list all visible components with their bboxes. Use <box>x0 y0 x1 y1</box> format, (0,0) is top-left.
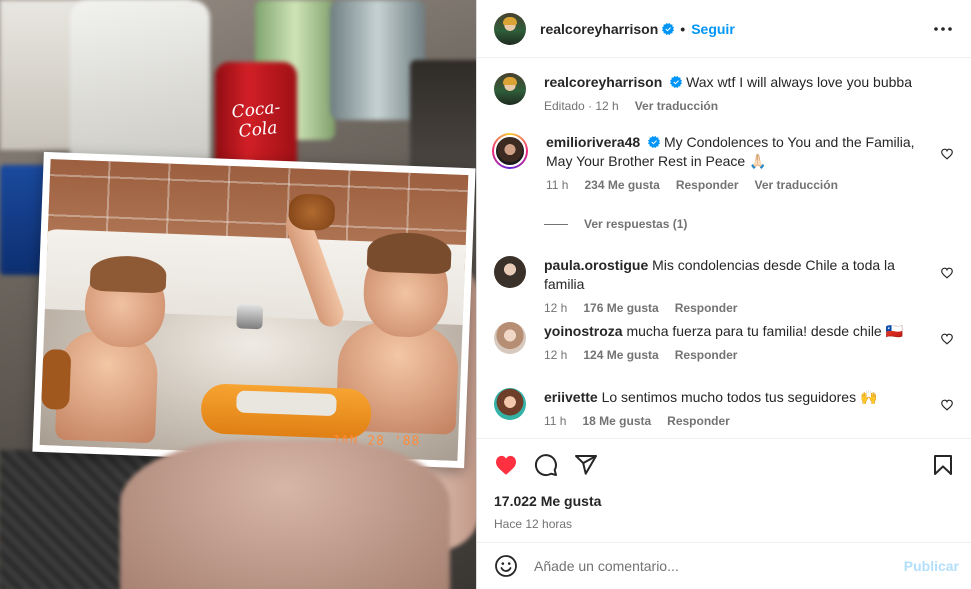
post-header: realcoreyharrison • Seguir <box>477 0 971 58</box>
commenter-avatar[interactable] <box>494 256 526 288</box>
post-side-panel: realcoreyharrison • Seguir realcoreyharr… <box>476 0 971 589</box>
like-comment-heart-icon[interactable] <box>940 332 954 346</box>
commenter-username[interactable]: emiliorivera48 <box>546 134 640 150</box>
more-options-icon[interactable] <box>931 17 955 41</box>
author-avatar[interactable] <box>494 12 526 45</box>
separator-dot: • <box>680 20 686 37</box>
verified-badge-icon <box>670 76 683 88</box>
commenter-username[interactable]: yoinostroza <box>544 323 623 339</box>
comment-time: 11 h <box>544 414 567 428</box>
faucet <box>236 304 264 330</box>
publish-button[interactable]: Publicar <box>904 558 959 574</box>
instagram-post-view: Coca-Cola JAN 28 '88 realcoreyharrison •… <box>0 0 971 589</box>
comment-text: Wax wtf I will always love you bubba <box>686 74 912 90</box>
child-left-body <box>54 329 160 444</box>
soda-can-logo: Coca-Cola <box>230 97 282 142</box>
commenter-username[interactable]: eriivette <box>544 389 598 405</box>
held-photograph: JAN 28 '88 <box>32 151 476 469</box>
translate-link[interactable]: Ver traducción <box>635 99 718 113</box>
comment-likes[interactable]: 124 Me gusta <box>583 348 658 362</box>
commenter-avatar <box>494 135 526 167</box>
like-comment-heart-icon[interactable] <box>940 398 954 412</box>
comment-item: eriivette Lo sentimos mucho todos tus se… <box>494 388 954 428</box>
verified-badge-icon <box>662 22 675 35</box>
holding-hand-bottom <box>120 440 450 589</box>
comment-likes[interactable]: 234 Me gusta <box>584 178 659 192</box>
photograph-scene: JAN 28 '88 <box>39 159 469 461</box>
comments-list[interactable]: realcoreyharrison Wax wtf I will always … <box>477 59 971 437</box>
translate-link[interactable]: Ver traducción <box>755 178 838 192</box>
post-photo[interactable]: Coca-Cola JAN 28 '88 <box>0 0 476 589</box>
story-ring[interactable] <box>492 133 528 169</box>
bath-toy-crab <box>288 193 336 232</box>
post-actions: 17.022 Me gusta Hace 12 horas <box>477 438 971 531</box>
comment-time: Editado · 12 h <box>544 99 619 113</box>
commenter-avatar[interactable] <box>494 73 526 105</box>
likes-count[interactable]: 17.022 Me gusta <box>494 493 955 509</box>
comment-likes[interactable]: 18 Me gusta <box>582 414 651 428</box>
caption-comment: realcoreyharrison Wax wtf I will always … <box>494 73 954 113</box>
commenter-avatar[interactable] <box>494 388 526 420</box>
like-comment-heart-icon[interactable] <box>940 147 954 161</box>
post-time-ago: Hace 12 horas <box>494 517 573 531</box>
view-replies-button[interactable]: Ver respuestas (1) <box>544 217 687 231</box>
comment-input[interactable] <box>534 558 896 574</box>
commenter-username[interactable]: realcoreyharrison <box>544 74 662 90</box>
replies-divider <box>544 223 568 225</box>
comment-item: emiliorivera48 My Condolences to You and… <box>492 133 954 192</box>
like-heart-icon[interactable] <box>494 453 518 477</box>
comment-item: paula.orostigue Mis condolencias desde C… <box>494 256 954 315</box>
comment-item: yoinostroza mucha fuerza para tu familia… <box>494 322 954 362</box>
emoji-smiley-icon[interactable] <box>494 554 518 578</box>
reply-button[interactable]: Responder <box>675 348 738 362</box>
verified-badge-icon <box>648 136 661 148</box>
comment-likes[interactable]: 176 Me gusta <box>583 301 658 315</box>
commenter-avatar[interactable] <box>494 322 526 354</box>
add-comment-bar: Publicar <box>477 542 971 589</box>
bath-toy <box>41 348 72 410</box>
commenter-username[interactable]: paula.orostigue <box>544 257 648 273</box>
reply-button[interactable]: Responder <box>675 301 738 315</box>
comment-time: 12 h <box>544 348 568 362</box>
comment-time: 12 h <box>544 301 568 315</box>
reply-button[interactable]: Responder <box>676 178 739 192</box>
follow-button[interactable]: Seguir <box>691 21 735 37</box>
author-username[interactable]: realcoreyharrison <box>540 21 658 37</box>
view-replies-label: Ver respuestas (1) <box>584 217 688 231</box>
comment-time: 11 h <box>546 178 569 192</box>
share-send-icon[interactable] <box>574 453 598 477</box>
like-comment-heart-icon[interactable] <box>940 266 954 280</box>
background-tissue-box <box>70 0 210 175</box>
bath-raft-center <box>236 390 337 417</box>
comment-text: mucha fuerza para tu familia! desde chil… <box>626 323 904 339</box>
comment-text: Lo sentimos mucho todos tus seguidores 🙌 <box>601 389 878 405</box>
save-bookmark-icon[interactable] <box>931 453 955 477</box>
comment-bubble-icon[interactable] <box>534 453 558 477</box>
reply-button[interactable]: Responder <box>667 414 730 428</box>
